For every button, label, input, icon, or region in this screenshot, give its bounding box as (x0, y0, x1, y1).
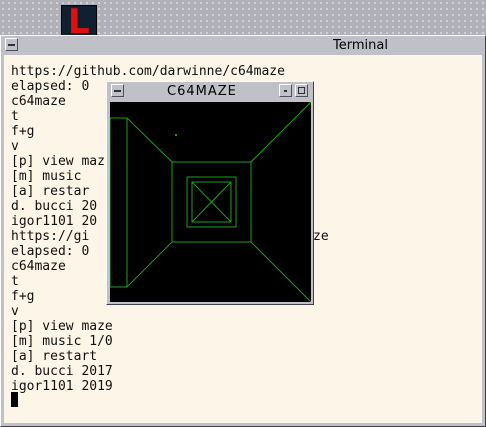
terminal-line: elapsed: 0 (11, 79, 90, 94)
terminal-line: t (11, 274, 19, 289)
terminal-line: v (11, 304, 19, 319)
terminal-titlebar[interactable]: Terminal (1, 36, 485, 55)
maze-diagonal-bottom-left (126, 241, 173, 288)
terminal-partial-text: ze (313, 229, 329, 244)
maze-diagonal-top-right (250, 101, 312, 163)
terminal-line: igor1101 20 (11, 214, 98, 229)
c64maze-titlebar[interactable]: C64MAZE (107, 82, 313, 101)
terminal-line: v (11, 139, 19, 154)
maximize-button[interactable] (295, 84, 308, 97)
terminal-line: f+g (11, 124, 35, 139)
terminal-line: [p] view maz (11, 154, 105, 169)
minus-icon (114, 90, 121, 92)
terminal-title: Terminal (333, 38, 388, 53)
terminal-line: c64maze (11, 94, 66, 109)
c64maze-title: C64MAZE (167, 84, 237, 99)
window-menu-button[interactable] (5, 38, 18, 51)
maze-diagonal-top-left (126, 117, 173, 163)
terminal-line: f+g (11, 289, 35, 304)
terminal-line: elapsed: 0 (11, 244, 90, 259)
minus-icon (8, 44, 15, 46)
terminal-line: https://github.com/darwinne/c64maze (11, 64, 285, 79)
terminal-line: t (11, 109, 19, 124)
terminal-line: [m] music (11, 169, 82, 184)
maximize-icon (298, 87, 305, 94)
terminal-line: d. bucci 2017 (11, 364, 113, 379)
minimize-button[interactable] (279, 84, 292, 97)
maze-dot-marker (175, 134, 177, 136)
terminal-line: [m] music 1/0 (11, 334, 113, 349)
window-menu-button[interactable] (111, 84, 124, 97)
terminal-line: [a] restart (11, 349, 98, 364)
terminal-line: d. bucci 20 (11, 199, 98, 214)
maze-corridor-graphic (109, 101, 312, 303)
maze-view[interactable] (109, 101, 312, 303)
terminal-line: igor1101 2019 (11, 379, 113, 394)
terminal-cursor (11, 392, 18, 407)
c64maze-window[interactable]: C64MAZE (106, 81, 314, 305)
minimize-icon (284, 90, 287, 92)
terminal-line: [p] view maze (11, 319, 113, 334)
terminal-line: c64maze (11, 259, 66, 274)
terminal-line: [a] restar (11, 184, 90, 199)
maze-diagonal-bottom-right (250, 241, 312, 303)
terminal-line: https://gi (11, 229, 90, 244)
